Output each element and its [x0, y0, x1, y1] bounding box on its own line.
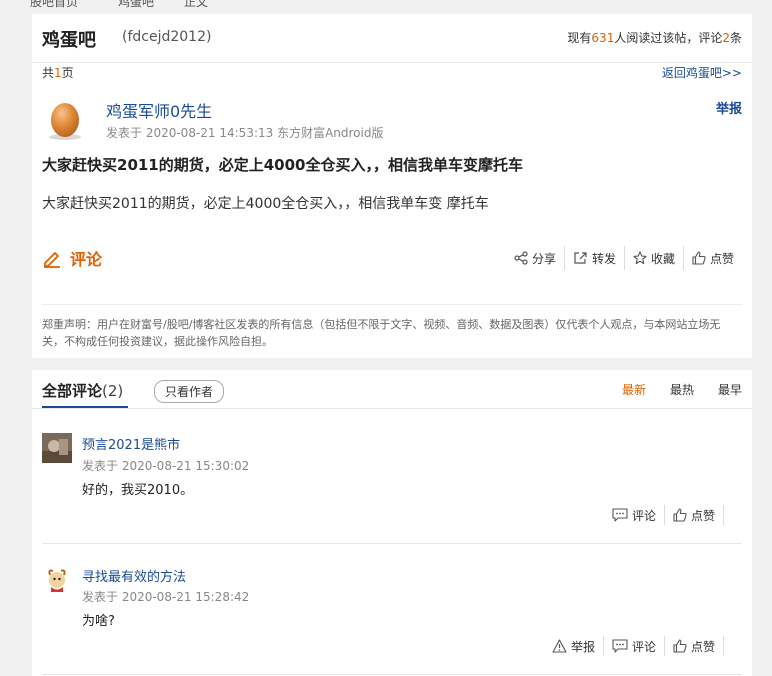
comment-divider: [42, 543, 742, 544]
comment-button[interactable]: 评论: [42, 246, 102, 270]
comment-like-label: 点赞: [690, 508, 715, 523]
stats-prefix: 现有: [567, 31, 592, 45]
post-author[interactable]: 鸡蛋军师0先生: [106, 98, 212, 122]
page-count: 共1页: [42, 64, 74, 81]
comment-avatar[interactable]: [42, 565, 72, 595]
comment-author[interactable]: 寻找最有效的方法: [82, 566, 186, 585]
post-meta: 发表于 2020-08-21 14:53:13 东方财富Android版: [106, 126, 384, 140]
bar-code: (fdcejd2012): [122, 29, 212, 45]
cartoon-avatar-icon: [42, 565, 72, 595]
comment-meta: 发表于 2020-08-21 15:30:02: [82, 459, 250, 473]
stats-middle: 人阅读过该帖，评论: [614, 31, 723, 45]
favorite-label: 收藏: [650, 251, 675, 266]
thumbs-up-icon: [692, 251, 706, 265]
breadcrumb-bar[interactable]: 鸡蛋吧: [118, 0, 154, 10]
post-stats: 现有631人阅读过该帖，评论2条: [567, 29, 742, 46]
comment-button-label: 评论: [70, 250, 103, 269]
comment-count: 2: [722, 31, 730, 45]
post-card: 鸡蛋吧 (fdcejd2012) 现有631人阅读过该帖，评论2条 共1页 返回…: [32, 14, 752, 358]
divider: [723, 505, 724, 525]
comment-like-label: 点赞: [690, 639, 715, 654]
egg-icon: [49, 103, 81, 140]
repost-button[interactable]: 转发: [565, 248, 624, 268]
sort-newest[interactable]: 最新: [622, 381, 646, 398]
sort-hottest[interactable]: 最热: [670, 381, 694, 398]
like-button[interactable]: 点赞: [684, 248, 742, 268]
warning-icon: [552, 639, 567, 653]
bar-name[interactable]: 鸡蛋吧: [42, 26, 96, 52]
post-actions: 分享 转发 收藏 点赞: [506, 246, 742, 270]
divider: [723, 636, 724, 656]
only-author-button[interactable]: 只看作者: [154, 380, 225, 403]
favorite-button[interactable]: 收藏: [625, 248, 683, 268]
post-body: 大家赶快买2011的期货，必定上4000全仓买入，，相信我单车变 摩托车: [42, 196, 489, 212]
sort-options: 最新 最热 最早: [622, 381, 742, 398]
thumbs-up-icon: [673, 639, 687, 653]
all-comments-count: (2): [102, 382, 124, 400]
share-icon: [514, 251, 528, 265]
comment-bubble-icon: [612, 508, 628, 522]
comment-report-label: 举报: [570, 639, 595, 654]
comment-text: 为啥?: [82, 614, 115, 629]
comment-author[interactable]: 预言2021是熊市: [82, 434, 180, 453]
user-photo-icon: [42, 433, 72, 463]
top-breadcrumb-strip: 股吧首页 鸡蛋吧 正文: [0, 0, 772, 9]
pages-prefix: 共: [42, 66, 55, 80]
comment-bubble-icon: [612, 639, 628, 653]
comment-reply-label: 评论: [631, 508, 656, 523]
pencil-icon: [44, 252, 60, 268]
thumbs-up-icon: [673, 508, 687, 522]
comment-avatar[interactable]: [42, 433, 72, 463]
star-icon: [633, 251, 647, 265]
share-button[interactable]: 分享: [506, 248, 564, 268]
post-title: 大家赶快买2011的期货，必定上4000全仓买入，，相信我单车变摩托车: [42, 156, 523, 174]
like-label: 点赞: [709, 251, 734, 266]
divider: [32, 62, 752, 63]
comment-text: 好的，我买2010。: [82, 483, 194, 498]
share-label: 分享: [531, 251, 556, 266]
report-button[interactable]: 举报: [716, 98, 742, 117]
comment-reply-button[interactable]: 评论: [604, 636, 664, 656]
comment-divider: [42, 674, 742, 675]
stats-suffix: 条: [729, 31, 742, 45]
author-avatar[interactable]: [44, 98, 86, 140]
back-to-bar-link[interactable]: 返回鸡蛋吧>>: [662, 64, 742, 81]
comment-actions: 举报 评论 点赞: [544, 636, 724, 656]
divider: [32, 408, 752, 409]
breadcrumb-current: 正文: [184, 0, 209, 9]
read-count: 631: [591, 31, 615, 45]
comment-actions: 评论 点赞: [604, 505, 724, 525]
comment-meta: 发表于 2020-08-21 15:28:42: [82, 590, 250, 604]
pages-suffix: 页: [61, 66, 74, 80]
comment-reply-label: 评论: [631, 639, 656, 654]
breadcrumb-home[interactable]: 股吧首页: [30, 0, 78, 10]
comment-like-button[interactable]: 点赞: [665, 505, 723, 525]
comment-report-button[interactable]: 举报: [544, 636, 603, 656]
disclaimer: 郑重声明：用户在财富号/股吧/博客社区发表的所有信息（包括但不限于文字、视频、音…: [42, 318, 721, 348]
repost-label: 转发: [591, 251, 616, 266]
repost-icon: [574, 252, 587, 264]
all-comments-tab[interactable]: 全部评论(2): [42, 380, 123, 401]
all-comments-title: 全部评论: [42, 382, 103, 400]
pages-number: 1: [54, 66, 62, 80]
sort-oldest[interactable]: 最早: [718, 381, 742, 398]
comments-card: 全部评论(2) 只看作者 最新 最热 最早 预言2021是熊市 发表于 2020…: [32, 370, 752, 676]
divider: [42, 304, 742, 305]
comment-reply-button[interactable]: 评论: [604, 505, 664, 525]
comment-like-button[interactable]: 点赞: [665, 636, 723, 656]
